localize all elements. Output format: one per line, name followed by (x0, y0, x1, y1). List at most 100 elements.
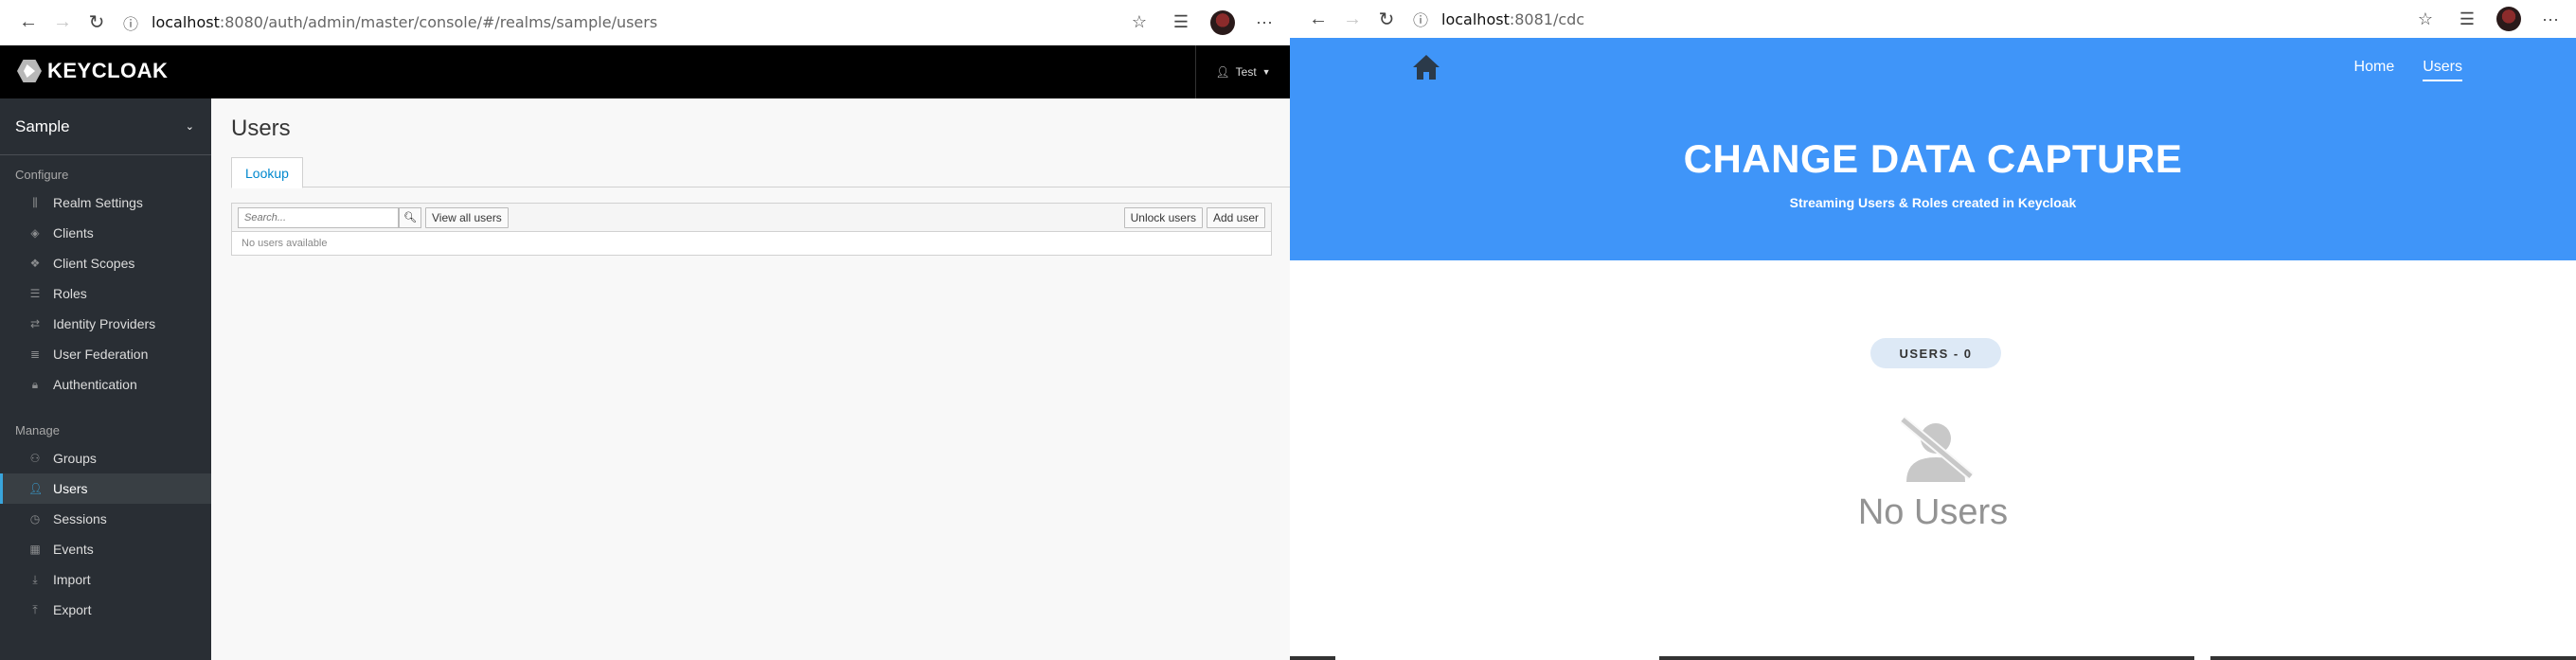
bottom-divider (1290, 656, 1335, 660)
back-icon[interactable]: ← (11, 6, 45, 40)
clock-icon: ◷ (29, 512, 41, 526)
forward-icon[interactable]: → (45, 6, 80, 40)
sidebar-item-label: Clients (53, 225, 94, 241)
list-icon: ☰ (29, 287, 41, 300)
view-all-users-button[interactable]: View all users (425, 206, 509, 228)
back-icon[interactable]: ← (1301, 2, 1335, 36)
top-nav: Home Users (2354, 59, 2462, 81)
sidebar-item-events[interactable]: ▦ Events (0, 534, 211, 564)
sidebar-item-label: Realm Settings (53, 195, 143, 210)
sidebar-item-label: Roles (53, 286, 87, 301)
sidebar-item-label: Groups (53, 451, 97, 466)
sidebar-item-identity-providers[interactable]: ⇄ Identity Providers (0, 309, 211, 339)
info-icon[interactable]: ⓘ (123, 11, 138, 34)
bottom-divider (2210, 656, 2576, 660)
sidebar-item-label: Users (53, 481, 88, 496)
avatar (2496, 7, 2521, 31)
sidebar-item-label: Authentication (53, 377, 137, 392)
sidebar-item-label: Import (53, 572, 91, 587)
import-icon: ⤓ (32, 572, 38, 586)
url-path: :8081/cdc (1509, 9, 1585, 28)
user-menu-label: Test (1235, 65, 1257, 79)
search-icon: 🔍︎ (403, 212, 417, 223)
url-host: localhost (152, 13, 220, 31)
cdc-browser-window: ← → ↻ ⓘ localhost:8081/cdc ☆ ☰ ··· Home … (1290, 0, 2576, 660)
sidebar-item-client-scopes[interactable]: ❖ Client Scopes (0, 248, 211, 278)
add-user-button[interactable]: Add user (1206, 206, 1265, 228)
favorites-list-icon[interactable]: ☰ (1167, 9, 1195, 37)
manage-section-title: Manage (15, 423, 60, 437)
user-icon: 👤︎ (1215, 65, 1230, 79)
keycloak-logo-icon (15, 59, 44, 83)
more-menu-icon[interactable]: ··· (2536, 5, 2565, 33)
sidebar-item-label: Export (53, 602, 92, 617)
main-content: Users Lookup 🔍︎ View all users Unlock us… (211, 98, 1290, 660)
sidebar-item-export[interactable]: ⤒ Export (0, 595, 211, 625)
chevron-down-icon: ▼ (1261, 67, 1271, 77)
sidebar-item-groups[interactable]: ⚇ Groups (0, 443, 211, 473)
url-text[interactable]: localhost:8081/cdc (1441, 10, 1584, 28)
sidebar-item-sessions[interactable]: ◷ Sessions (0, 504, 211, 534)
hero-title: CHANGE DATA CAPTURE (1683, 136, 2183, 181)
user-icon: 👤︎ (28, 482, 44, 495)
sidebar-item-clients[interactable]: ◈ Clients (0, 218, 211, 248)
keycloak-logo[interactable]: KEYCLOAK (15, 59, 168, 83)
favorite-star-icon[interactable]: ☆ (1125, 9, 1154, 37)
database-icon: ≣ (29, 348, 41, 361)
more-menu-icon[interactable]: ··· (1250, 9, 1279, 37)
sidebar-item-user-federation[interactable]: ≣ User Federation (0, 339, 211, 369)
favorite-star-icon[interactable]: ☆ (2411, 5, 2440, 33)
nav-users-link[interactable]: Users (2423, 59, 2462, 81)
sidebar-item-import[interactable]: ⤓ Import (0, 564, 211, 595)
search-button[interactable]: 🔍︎ (399, 206, 421, 228)
search-input[interactable] (238, 206, 399, 228)
url-host: localhost (1441, 9, 1510, 28)
bottom-divider (1659, 656, 2194, 660)
sidebar-item-label: User Federation (53, 347, 149, 362)
nav-home-link[interactable]: Home (2354, 59, 2395, 81)
sidebar: Sample ⌄ Configure ⫼ Realm Settings ◈ Clien… (0, 98, 211, 660)
refresh-icon[interactable]: ↻ (80, 6, 114, 40)
realm-selector[interactable]: Sample ⌄ (0, 98, 211, 155)
sidebar-item-users[interactable]: 👤︎ Users (0, 473, 211, 504)
users-icon: ⚇ (29, 452, 41, 465)
profile-avatar[interactable] (2495, 5, 2523, 33)
url-path: :8080/auth/admin/master/console/#/realms… (219, 13, 658, 31)
empty-table-message: No users available (242, 238, 328, 249)
browser-toolbar: ← → ↻ ⓘ localhost:8080/auth/admin/master… (0, 0, 1290, 45)
users-count-badge: USERS - 0 (1870, 338, 2001, 368)
table-toolbar: 🔍︎ View all users Unlock users Add user (232, 204, 1271, 232)
user-menu[interactable]: 👤︎ Test ▼ (1195, 45, 1290, 98)
sidebar-item-authentication[interactable]: 🔒︎ Authentication (0, 369, 211, 400)
tabs: Lookup (231, 152, 1290, 188)
home-icon[interactable] (1412, 54, 1440, 80)
lock-icon: 🔒︎ (31, 377, 39, 391)
cubes-icon: ❖ (29, 257, 41, 270)
url-text[interactable]: localhost:8080/auth/admin/master/console… (152, 13, 657, 31)
cube-icon: ◈ (30, 226, 40, 240)
address-bar[interactable]: ⓘ localhost:8081/cdc (1413, 2, 2411, 36)
forward-icon[interactable]: → (1335, 2, 1369, 36)
sidebar-item-label: Sessions (53, 511, 107, 526)
realm-name: Sample (15, 116, 70, 135)
sidebar-item-roles[interactable]: ☰ Roles (0, 278, 211, 309)
favorites-list-icon[interactable]: ☰ (2453, 5, 2481, 33)
users-table: 🔍︎ View all users Unlock users Add user … (231, 203, 1272, 256)
chevron-down-icon: ⌄ (185, 121, 194, 133)
unlock-users-button[interactable]: Unlock users (1123, 206, 1203, 228)
profile-avatar[interactable] (1208, 9, 1237, 37)
export-icon: ⤒ (32, 602, 38, 616)
hero-banner: Home Users CHANGE DATA CAPTURE Streaming… (1290, 38, 2576, 260)
sidebar-item-realm-settings[interactable]: ⫼ Realm Settings (0, 187, 211, 218)
avatar (1210, 9, 1235, 35)
hero-subtitle: Streaming Users & Roles created in Keycl… (1789, 195, 2077, 210)
tab-lookup[interactable]: Lookup (231, 157, 303, 188)
exchange-icon: ⇄ (29, 317, 41, 330)
info-icon[interactable]: ⓘ (1413, 8, 1428, 30)
refresh-icon[interactable]: ↻ (1369, 2, 1404, 36)
address-bar[interactable]: ⓘ localhost:8080/auth/admin/master/conso… (123, 6, 1125, 40)
keycloak-header: KEYCLOAK 👤︎ Test ▼ (0, 45, 1290, 98)
no-users-message: No Users (1857, 492, 2009, 532)
browser-toolbar: ← → ↻ ⓘ localhost:8081/cdc ☆ ☰ ··· (1290, 0, 2576, 38)
logo-text: KEYCLOAK (47, 59, 169, 82)
